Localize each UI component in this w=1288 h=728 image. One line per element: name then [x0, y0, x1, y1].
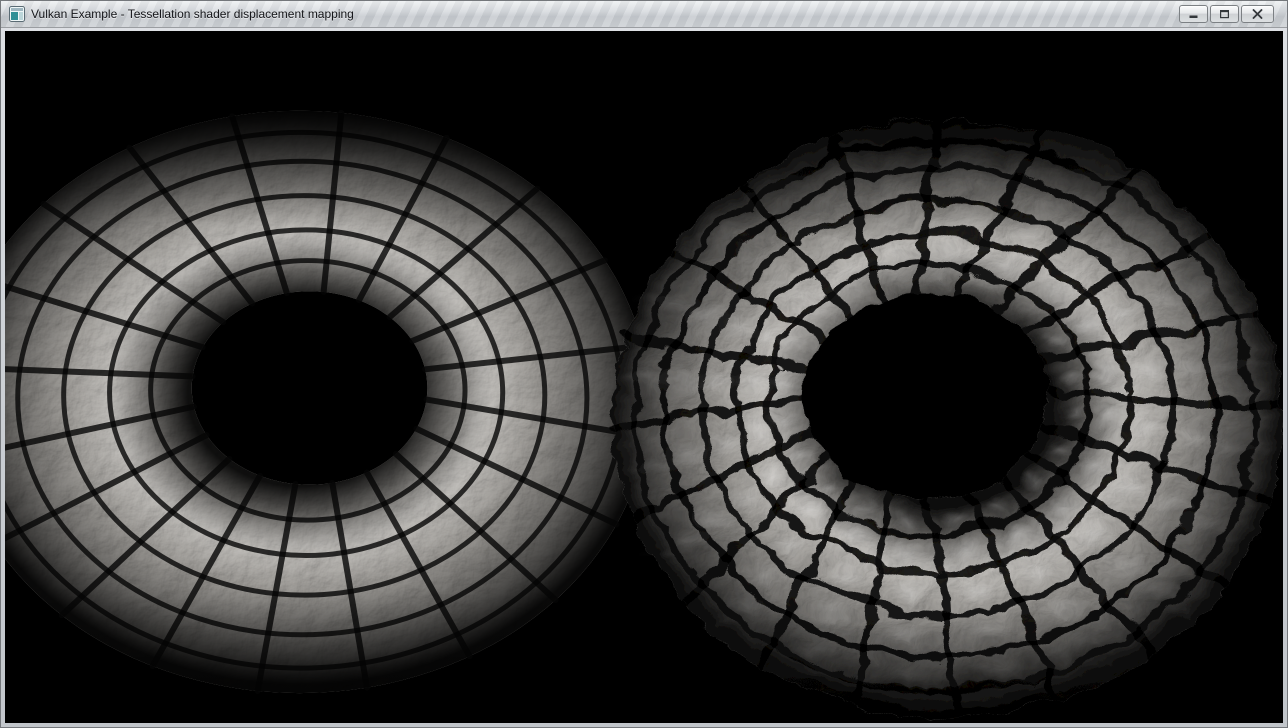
maximize-button[interactable]: [1210, 5, 1239, 23]
app-window: Vulkan Example - Tessellation shader dis…: [0, 0, 1288, 728]
close-button[interactable]: [1241, 5, 1274, 23]
close-icon: [1252, 9, 1263, 19]
minimize-icon: [1188, 9, 1199, 19]
window-title: Vulkan Example - Tessellation shader dis…: [31, 7, 354, 21]
minimize-button[interactable]: [1179, 5, 1208, 23]
render-canvas[interactable]: [5, 31, 1283, 723]
maximize-icon: [1219, 9, 1230, 19]
app-icon: [9, 6, 25, 22]
render-viewport[interactable]: [5, 31, 1283, 723]
titlebar[interactable]: Vulkan Example - Tessellation shader dis…: [1, 1, 1287, 28]
window-controls: [1179, 5, 1274, 23]
